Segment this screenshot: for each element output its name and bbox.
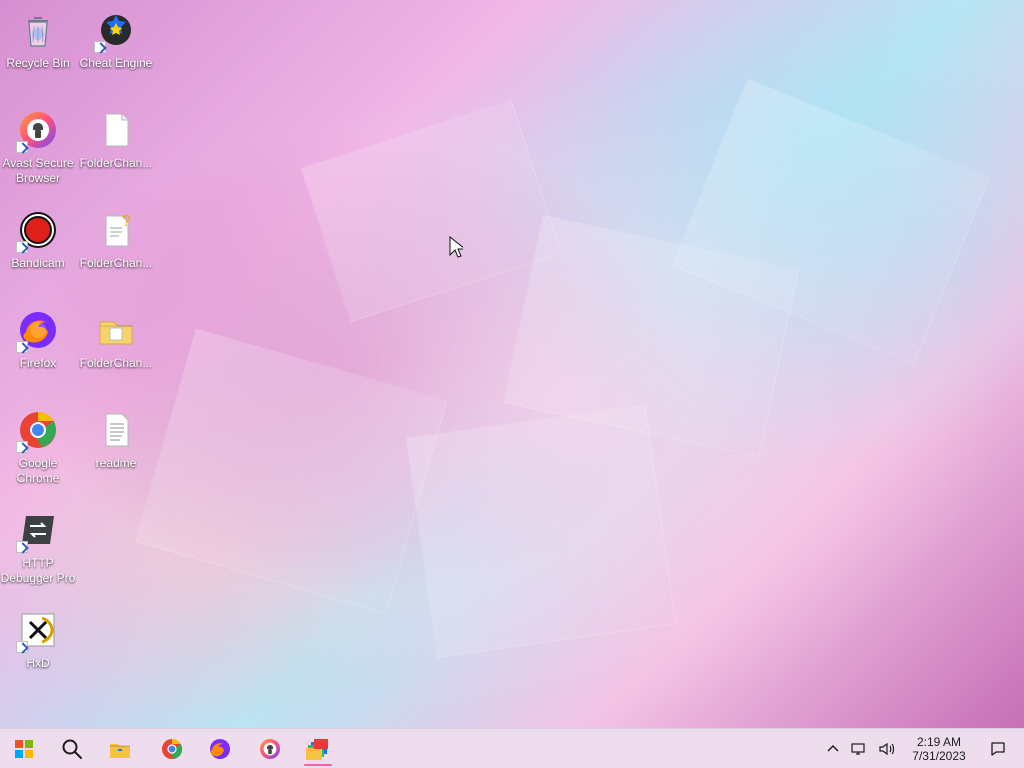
active-app-indicator	[304, 764, 332, 766]
desktop-icon-label: readme	[95, 456, 137, 470]
desktop-icon-label: FolderChan...	[79, 256, 153, 270]
recycle-bin-icon	[16, 8, 60, 52]
desktop-icon-google-chrome[interactable]: Google Chrome	[0, 402, 76, 494]
avast-secure-browser-icon	[258, 737, 282, 761]
cheat-engine-icon	[94, 8, 138, 53]
network-icon[interactable]	[850, 742, 868, 756]
avast-secure-browser-icon	[16, 108, 60, 153]
folder-icon	[94, 308, 138, 352]
desktop-icon-label: Google Chrome	[16, 456, 60, 485]
shortcut-arrow-icon	[16, 141, 28, 153]
desktop-icon-label: Cheat Engine	[79, 56, 153, 70]
desktop-icon-label: Firefox	[19, 356, 57, 370]
shortcut-arrow-icon	[16, 641, 28, 653]
clock-date: 7/31/2023	[912, 749, 966, 763]
desktop-icon-folderchanger-1[interactable]: FolderChan...	[78, 102, 154, 194]
desktop-icon-label: Bandicam	[11, 256, 65, 270]
firefox-icon	[208, 737, 232, 761]
clock-time: 2:19 AM	[916, 735, 962, 749]
http-debugger-icon	[16, 508, 60, 553]
desktop-icon-label: Recycle Bin	[6, 56, 70, 70]
desktop-icon-label: Avast Secure Browser	[2, 156, 74, 185]
tray-icons	[826, 742, 896, 756]
desktop-icon-label: HTTP Debugger Pro	[0, 556, 76, 585]
taskbar-app-folder-changer[interactable]	[294, 729, 342, 768]
taskbar-app-avast-secure-browser[interactable]	[246, 729, 294, 768]
taskbar: 2:19 AM 7/31/2023	[0, 728, 1024, 768]
file-explorer-icon	[108, 737, 132, 761]
shortcut-arrow-icon	[16, 341, 28, 353]
desktop-icon-recycle-bin[interactable]: Recycle Bin	[0, 2, 76, 94]
desktop-icon-label: FolderChan...	[79, 356, 153, 370]
system-tray: 2:19 AM 7/31/2023	[826, 729, 1024, 768]
windows-start-icon	[14, 739, 34, 759]
desktop-icon-folderchanger-3[interactable]: FolderChan...	[78, 302, 154, 394]
help-file-icon: ?	[94, 208, 138, 252]
desktop-icon-http-debugger-pro[interactable]: HTTP Debugger Pro	[0, 502, 76, 594]
taskbar-clock[interactable]: 2:19 AM 7/31/2023	[906, 735, 972, 763]
chevron-up-icon[interactable]	[826, 742, 840, 756]
hxd-icon	[16, 608, 60, 653]
desktop-icon-bandicam[interactable]: Bandicam	[0, 202, 76, 294]
desktop-icon-cheat-engine[interactable]: Cheat Engine	[78, 2, 154, 94]
firefox-icon	[16, 308, 60, 353]
action-center-button[interactable]	[982, 733, 1014, 765]
taskbar-app-firefox[interactable]	[196, 729, 244, 768]
taskbar-app-file-explorer[interactable]	[96, 729, 144, 768]
chrome-icon	[16, 408, 60, 453]
chrome-icon	[160, 737, 184, 761]
desktop-icon-label: FolderChan...	[79, 156, 153, 170]
shortcut-arrow-icon	[16, 541, 28, 553]
search-icon	[61, 738, 83, 760]
text-file-icon	[94, 408, 138, 452]
volume-icon[interactable]	[878, 742, 896, 756]
desktop-icon-folderchanger-2[interactable]: ? FolderChan...	[78, 202, 154, 294]
mouse-pointer-icon	[449, 236, 463, 258]
desktop-icon-avast-secure-browser[interactable]: Avast Secure Browser	[0, 102, 76, 194]
file-icon	[94, 108, 138, 152]
svg-text:?: ?	[122, 213, 131, 230]
folder-changer-app-icon	[305, 736, 331, 762]
desktop-icon-readme[interactable]: readme	[78, 402, 154, 494]
start-button[interactable]	[0, 729, 48, 768]
shortcut-arrow-icon	[94, 41, 106, 53]
desktop: Recycle Bin Avast Secure Browser Bandica…	[0, 0, 1024, 728]
desktop-icon-hxd[interactable]: HxD	[0, 602, 76, 694]
shortcut-arrow-icon	[16, 441, 28, 453]
shortcut-arrow-icon	[16, 241, 28, 253]
notification-icon	[989, 740, 1007, 758]
desktop-icon-label: HxD	[26, 656, 50, 670]
search-button[interactable]	[48, 729, 96, 768]
bandicam-icon	[16, 208, 60, 253]
desktop-icon-firefox[interactable]: Firefox	[0, 302, 76, 394]
taskbar-app-chrome[interactable]	[148, 729, 196, 768]
